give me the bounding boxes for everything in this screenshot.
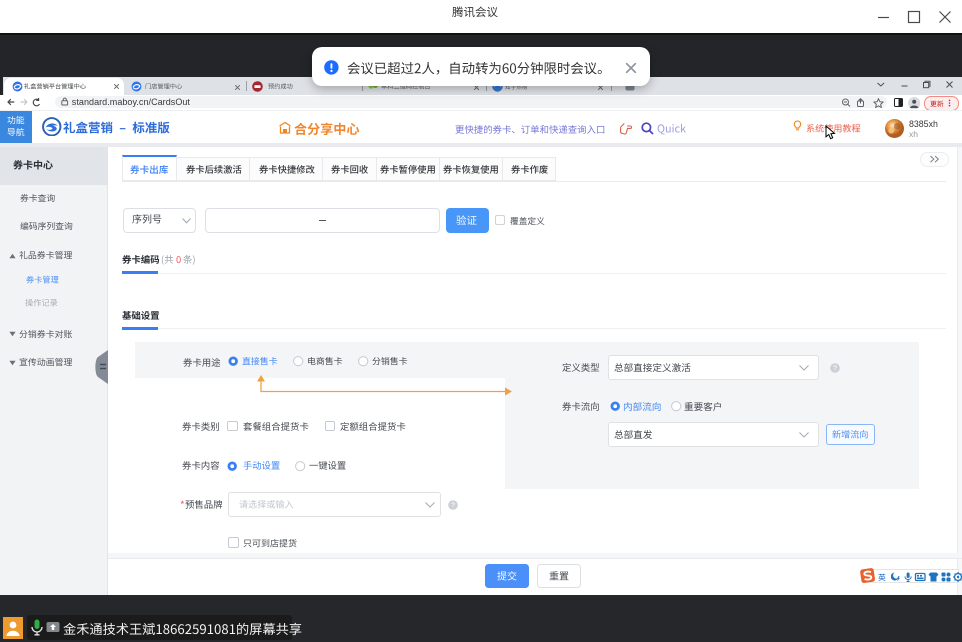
svg-text:?: ? [451,502,455,509]
svg-text:?: ? [833,366,837,373]
